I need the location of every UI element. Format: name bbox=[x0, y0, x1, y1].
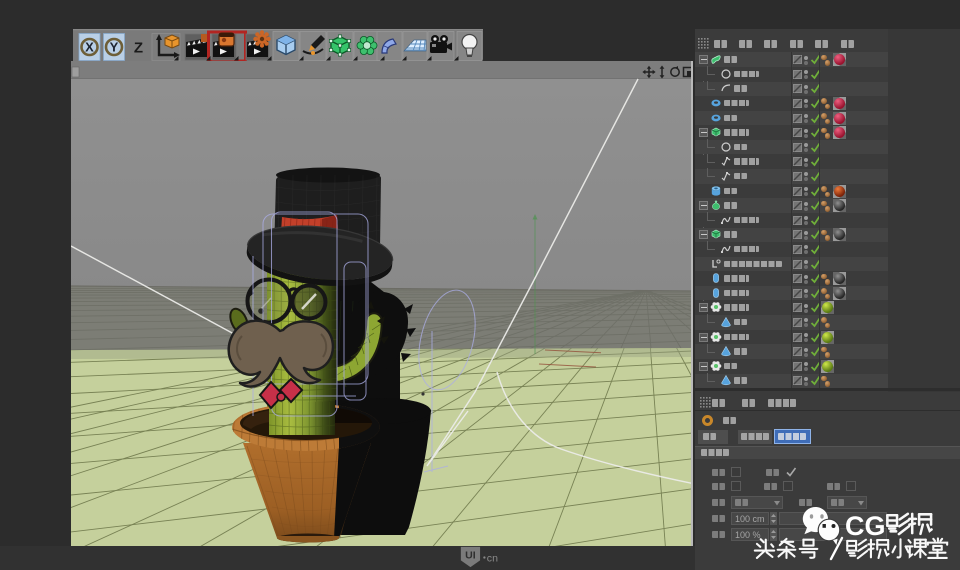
svg-text:CG: CG bbox=[845, 511, 886, 541]
